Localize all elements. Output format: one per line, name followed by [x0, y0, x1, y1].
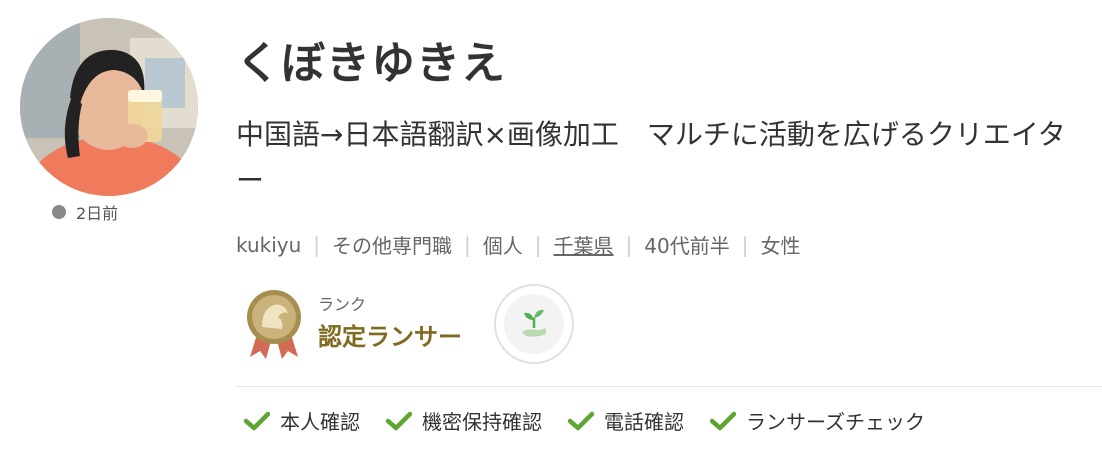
meta-separator: | [534, 232, 542, 257]
check-icon [710, 411, 736, 430]
verification-label: 電話確認 [604, 410, 684, 434]
verification-item: ランサーズチェック [710, 406, 925, 435]
meta-age: 40代前半 [644, 234, 730, 258]
verification-label: 本人確認 [280, 410, 360, 434]
profile-name: くぼきゆきえ [236, 38, 506, 89]
profile-meta: kukiyu | その他専門職 | 個人 | 千葉県 | 40代前半 | 女性 [236, 230, 1096, 259]
sprout-badge[interactable] [494, 284, 574, 364]
meta-location-link[interactable]: 千葉県 [554, 230, 614, 259]
sprout-badge-inner [504, 294, 564, 354]
verification-item: 機密保持確認 [386, 406, 542, 435]
rank-text: ランク 認定ランサー [318, 294, 462, 354]
avatar[interactable] [20, 18, 198, 196]
meta-separator: | [464, 232, 471, 257]
rank-section: ランク 認定ランサー [244, 284, 574, 364]
verification-list: 本人確認 機密保持確認 電話確認 ランサーズチェック [244, 406, 951, 435]
verification-label: ランサーズチェック [746, 410, 925, 434]
verification-item: 本人確認 [244, 406, 360, 435]
meta-separator: | [313, 232, 321, 257]
rank-value: 認定ランサー [318, 323, 462, 351]
check-icon [386, 411, 412, 430]
divider [236, 386, 1102, 387]
rank-medal-icon[interactable] [244, 287, 304, 361]
check-icon [568, 411, 594, 430]
profile-catchphrase: 中国語→日本語翻訳×画像加工 マルチに活動を広げるクリエイター [236, 118, 1066, 197]
meta-gender: 女性 [760, 234, 801, 258]
meta-separator: | [625, 232, 633, 257]
meta-type: 個人 [482, 234, 523, 258]
meta-separator: | [741, 232, 749, 257]
avatar-column [20, 18, 200, 196]
meta-occupation: その他専門職 [332, 234, 453, 258]
verification-item: 電話確認 [568, 406, 684, 435]
verification-label: 機密保持確認 [422, 410, 542, 434]
last-login-text: 2日前 [76, 204, 119, 223]
meta-username: kukiyu [236, 232, 302, 257]
check-icon [244, 411, 270, 430]
rank-label: ランク [318, 295, 367, 314]
status-dot-icon [52, 205, 66, 219]
avatar-photo [20, 18, 198, 196]
sprout-icon [522, 309, 546, 337]
login-status: 2日前 [52, 200, 118, 224]
profile-main: くぼきゆきえ 中国語→日本語翻訳×画像加工 マルチに活動を広げるクリエイター k… [236, 36, 1096, 259]
